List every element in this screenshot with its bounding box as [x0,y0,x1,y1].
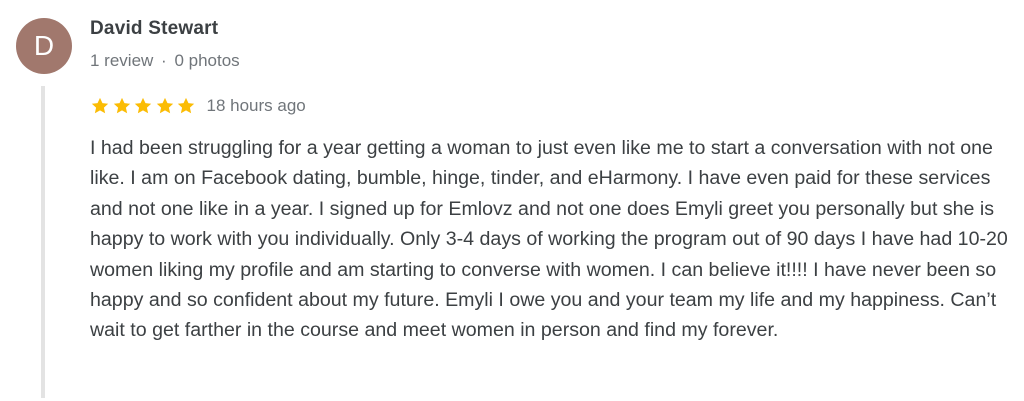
review-divider [41,86,45,398]
avatar[interactable]: D [16,18,72,74]
star-rating [90,96,198,116]
photo-count: 0 photos [174,51,240,70]
star-icon [112,96,132,116]
author-name[interactable]: David Stewart [90,18,218,40]
review-card: D David Stewart 1 review · 0 photos 18 h… [0,0,1024,401]
star-icon [133,96,153,116]
review-text: I had been struggling for a year getting… [90,137,1008,342]
star-icon [155,96,175,116]
meta-separator: · [161,51,167,70]
rating-row: 18 hours ago [90,95,306,117]
author-meta: 1 review · 0 photos [90,51,240,71]
star-icon [90,96,110,116]
review-count: 1 review [90,51,154,70]
review-time: 18 hours ago [206,96,306,115]
star-icon [176,96,196,116]
avatar-initial: D [33,30,55,61]
